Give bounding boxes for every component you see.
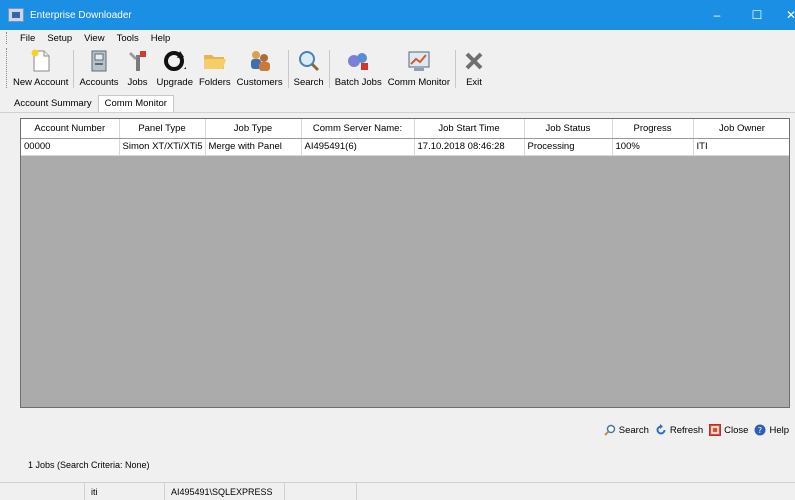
close-link[interactable]: Close <box>709 424 748 436</box>
status-cell-blank <box>285 482 357 500</box>
accounts-button[interactable]: Accounts <box>76 46 121 90</box>
cell-job-status[interactable]: Processing <box>524 138 613 156</box>
customers-button[interactable]: Customers <box>234 46 286 90</box>
refresh-icon <box>655 424 667 436</box>
status-cell-empty <box>0 482 85 500</box>
menu-setup[interactable]: Setup <box>41 33 78 44</box>
toolbar-separator <box>328 50 330 88</box>
menu-help[interactable]: Help <box>145 33 177 44</box>
cell-progress[interactable]: 100% <box>612 138 694 156</box>
upgrade-button[interactable]: Upgrade <box>154 46 196 90</box>
close-icon <box>709 424 722 436</box>
toolbar-separator <box>73 50 75 88</box>
menu-view[interactable]: View <box>78 33 110 44</box>
title-bar[interactable]: Enterprise Downloader – ☐ ✕ <box>0 0 795 30</box>
status-user: iti <box>85 482 165 500</box>
cell-comm-server-name[interactable]: AI495491(6) <box>301 138 415 156</box>
jobs-label: Jobs <box>127 77 148 88</box>
menu-bar: File Setup View Tools Help <box>0 30 795 46</box>
magnifier-icon <box>296 48 322 74</box>
monitor-chart-icon <box>406 48 432 74</box>
column-header-comm-server-name[interactable]: Comm Server Name: <box>301 119 415 139</box>
column-header-job-status[interactable]: Job Status <box>524 119 613 139</box>
column-header-account-number[interactable]: Account Number <box>21 119 120 139</box>
upgrade-label: Upgrade <box>156 77 193 88</box>
batch-jobs-icon <box>345 48 371 74</box>
cell-job-type[interactable]: Merge with Panel <box>205 138 302 156</box>
app-icon <box>8 8 24 22</box>
cell-job-owner[interactable]: ITI <box>693 138 789 156</box>
minimize-icon[interactable]: – <box>700 0 734 30</box>
tab-strip: Account Summary Comm Monitor <box>8 94 174 113</box>
column-header-progress[interactable]: Progress <box>612 119 694 139</box>
search-link[interactable]: Search <box>604 424 649 436</box>
help-icon: ? <box>754 424 766 436</box>
column-header-job-type[interactable]: Job Type <box>205 119 302 139</box>
customers-icon <box>247 48 273 74</box>
table-row[interactable]: 00000 Simon XT/XTi/XTi5 x1 Merge with Pa… <box>21 138 789 156</box>
accounts-label: Accounts <box>79 77 119 88</box>
menu-tools[interactable]: Tools <box>111 33 145 44</box>
cell-account-number[interactable]: 00000 <box>21 138 120 156</box>
batch-jobs-label: Batch Jobs <box>334 77 382 88</box>
refresh-link-label: Refresh <box>669 424 704 436</box>
new-account-label: New Account <box>13 77 69 88</box>
toolbar-grip <box>6 48 8 88</box>
maximize-icon[interactable]: ☐ <box>740 0 774 30</box>
search-label: Search <box>293 77 324 88</box>
tab-comm-monitor[interactable]: Comm Monitor <box>97 95 174 113</box>
toolbar-separator <box>455 50 457 88</box>
accounts-icon <box>86 48 112 74</box>
exit-x-icon <box>461 48 487 74</box>
new-document-icon <box>28 48 54 74</box>
exit-label: Exit <box>466 77 482 88</box>
column-header-panel-type[interactable]: Panel Type <box>119 119 206 139</box>
customers-label: Customers <box>236 77 283 88</box>
search-button[interactable]: Search <box>291 46 327 90</box>
tab-account-summary[interactable]: Account Summary <box>8 96 98 112</box>
svg-text:?: ? <box>758 426 762 435</box>
tools-icon <box>125 48 151 74</box>
batch-jobs-button[interactable]: Batch Jobs <box>332 46 385 90</box>
toolbar-separator <box>287 50 289 88</box>
folder-icon <box>202 48 228 74</box>
refresh-arrows-icon <box>162 48 188 74</box>
folders-button[interactable]: Folders <box>196 46 234 90</box>
comm-monitor-button[interactable]: Comm Monitor <box>385 46 453 90</box>
cell-panel-type[interactable]: Simon XT/XTi/XTi5 x1 <box>119 138 206 156</box>
cell-job-start-time[interactable]: 17.10.2018 08:46:28 <box>414 138 525 156</box>
status-bar: iti AI495491\SQLEXPRESS <box>0 482 795 500</box>
exit-button[interactable]: Exit <box>458 46 490 90</box>
help-link-label: Help <box>769 424 789 436</box>
folders-label: Folders <box>198 77 231 88</box>
refresh-link[interactable]: Refresh <box>655 424 703 436</box>
jobs-grid[interactable]: Account Number Panel Type Job Type Comm … <box>20 118 790 408</box>
close-link-label: Close <box>724 424 749 436</box>
search-link-label: Search <box>618 424 649 436</box>
column-header-job-start-time[interactable]: Job Start Time <box>414 119 525 139</box>
toolbar: New Account Accounts Jobs Upgrade Folder… <box>0 46 795 92</box>
grid-header-row: Account Number Panel Type Job Type Comm … <box>21 119 789 139</box>
jobs-summary: 1 Jobs (Search Criteria: None) <box>28 460 150 470</box>
tab-divider <box>0 112 795 113</box>
menu-file[interactable]: File <box>14 33 41 44</box>
action-bar: Search Refresh Close ? Help <box>598 424 789 436</box>
column-header-job-owner[interactable]: Job Owner <box>693 119 789 139</box>
comm-monitor-label: Comm Monitor <box>387 77 451 88</box>
close-window-icon[interactable]: ✕ <box>774 0 795 30</box>
help-link[interactable]: ? Help <box>754 424 789 436</box>
jobs-button[interactable]: Jobs <box>122 46 154 90</box>
search-icon <box>604 424 616 436</box>
new-account-button[interactable]: New Account <box>10 46 71 90</box>
window-title: Enterprise Downloader <box>30 9 132 21</box>
status-server: AI495491\SQLEXPRESS <box>165 482 285 500</box>
menu-grip <box>6 32 8 44</box>
